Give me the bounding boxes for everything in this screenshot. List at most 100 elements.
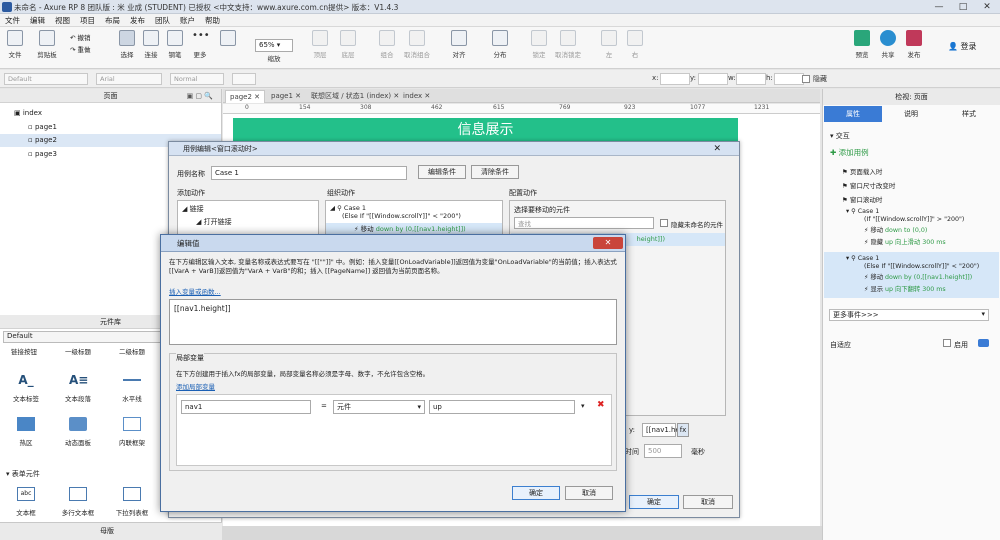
distribute-button[interactable]: 分布 [485,30,515,59]
unlock-button[interactable]: 取消锁定 [553,30,583,59]
lib-heading2[interactable]: 二级标题 [112,346,152,356]
menu-layout[interactable]: 布局 [100,14,125,27]
publish-button[interactable]: 发布 [899,30,929,59]
top-button[interactable]: 顶层 [305,30,335,59]
more-button[interactable]: ••• 更多 [185,30,215,59]
case-editor-ok-button[interactable]: 确定 [629,495,679,509]
local-var-target-select[interactable]: up [429,400,575,414]
interactions-header[interactable]: ▾ 交互 [830,131,850,141]
lib-droplist[interactable]: 下拉列表框 [112,487,152,517]
menu-account[interactable]: 账户 [175,14,200,27]
edit-value-cancel-button[interactable]: 取消 [565,486,613,500]
case-editor-cancel-button[interactable]: 取消 [683,495,733,509]
case-editor-close-icon[interactable]: ✕ [713,142,721,156]
lib-hotspot[interactable]: 热区 [6,417,46,447]
add-case-link[interactable]: ✚ 添加用例 [830,147,869,158]
delete-variable-icon[interactable]: ✖ [597,400,605,410]
group-button[interactable]: 组合 [372,30,402,59]
tab-index[interactable]: index ✕ [399,90,434,103]
tab-page2[interactable]: page2 ✕ [225,90,266,103]
lib-paragraph[interactable]: A≡ 文本段落 [58,373,98,403]
local-var-dropdown-icon[interactable]: ▾ [581,402,585,410]
menu-file[interactable]: 文件 [0,14,25,27]
align-button[interactable]: 对齐 [444,30,474,59]
local-var-type-select[interactable]: 元件 ▾ [333,400,425,414]
font-size-select[interactable] [232,73,256,85]
tab-dynamic-panel[interactable]: 联想区域 / 状态1 (index) ✕ [307,90,403,103]
zoom-select[interactable]: 65% ▾ [255,39,293,52]
action-open-link[interactable]: ◢ 打开链接 [196,217,232,227]
lib-textbox[interactable]: abc 文本框 [6,487,46,517]
y-value-input[interactable]: [[nav1.he [642,423,680,437]
canvas-scrollbar[interactable] [222,526,822,540]
event-window-scroll[interactable]: ⚑ 窗口滚动时 [842,194,882,204]
tab-style[interactable]: 样式 [940,106,998,122]
event-window-resize[interactable]: ⚑ 窗口尺寸改变时 [842,180,895,190]
lib-textarea[interactable]: 多行文本框 [58,487,98,517]
menu-publish[interactable]: 发布 [125,14,150,27]
element-search-input[interactable]: 查找 [514,217,654,229]
case-2-item[interactable]: ▾ ⚲ Case 1 (Else If "[[Window.scrollY]]"… [824,252,999,298]
weight-select[interactable]: Normal [170,73,224,85]
w-input[interactable] [736,73,766,85]
lib-hline[interactable]: 水平线 [112,373,152,403]
lib-label[interactable]: A_ 文本标签 [6,373,46,403]
local-var-name-input[interactable]: nav1 [181,400,311,414]
time-input[interactable]: 500 [644,444,682,458]
case-name-input[interactable]: Case 1 [211,166,407,180]
y-input[interactable] [698,73,728,85]
adaptive-settings-icon[interactable] [978,339,989,347]
hide-unnamed-checkbox[interactable] [660,219,668,227]
organize-case-item[interactable]: ◢ ⚲ Case 1 (Else If "[[Window.scrollY]]" … [330,204,461,220]
menu-edit[interactable]: 编辑 [25,14,50,27]
event-page-load[interactable]: ⚑ 页面载入时 [842,166,882,176]
x-input[interactable] [660,73,690,85]
right-button[interactable]: 右 [620,30,650,59]
redo-button[interactable]: ↷ 重做 [70,44,91,54]
undo-button[interactable]: ↶ 撤销 [70,32,91,42]
style-select[interactable]: Default [4,73,88,85]
lib-link-button[interactable]: 链接按钮 [4,346,44,356]
menu-team[interactable]: 团队 [150,14,175,27]
close-window-button[interactable]: ✕ [976,1,998,13]
h-input[interactable] [774,73,804,85]
add-local-variable-link[interactable]: 添加局部变量 [176,381,215,391]
clipboard-button[interactable]: 剪贴板 [32,30,62,59]
edit-condition-button[interactable]: 编辑条件 [418,165,466,179]
menu-project[interactable]: 项目 [75,14,100,27]
page-item-index[interactable]: ▣ index [14,107,42,120]
fx-button[interactable]: fx [677,423,689,437]
insert-variable-link[interactable]: 插入变量或函数... [169,286,221,296]
lib-inline-frame[interactable]: 内联框架 [112,417,152,447]
clear-condition-button[interactable]: 清除条件 [471,165,519,179]
lib-dynamic-panel[interactable]: 动态面板 [58,417,98,447]
edit-value-close-icon[interactable]: ✕ [593,237,623,249]
page-item-page1[interactable]: ▫ page1 [28,121,57,134]
lib-heading1[interactable]: 一级标题 [58,346,98,356]
menu-help[interactable]: 帮助 [200,14,225,27]
maximize-button[interactable]: □ [952,1,974,13]
page-tools-icon[interactable]: ▣ ▢ 🔍 [187,89,213,103]
hide-checkbox[interactable] [802,75,810,83]
page-item-page3[interactable]: ▫ page3 [28,148,57,161]
pen-tool-button[interactable] [213,30,243,49]
menu-view[interactable]: 视图 [50,14,75,27]
lock-button[interactable]: 锁定 [524,30,554,59]
minimize-button[interactable]: — [928,1,950,13]
action-group-link[interactable]: ◢ 链接 [182,204,204,214]
edit-value-ok-button[interactable]: 确定 [512,486,560,500]
login-button[interactable]: 👤 登录 [948,41,977,52]
font-select[interactable]: Arial [96,73,162,85]
bottom-button[interactable]: 底层 [333,30,363,59]
adaptive-checkbox[interactable] [943,339,951,347]
value-textarea[interactable]: [[nav1.height]] [169,299,617,345]
more-events-select[interactable]: 更多事件>>> ▾ [829,309,989,321]
tab-properties[interactable]: 属性 [824,106,882,122]
case-1-item[interactable]: ▾ ⚲ Case 1 (If "[[Window.scrollY]]" > "2… [846,208,964,247]
form-section-header[interactable]: ▾ 表单元件 [6,469,40,479]
ungroup-button[interactable]: 取消组合 [402,30,432,59]
tab-notes[interactable]: 说明 [882,106,940,122]
tab-page1[interactable]: page1 ✕ [267,90,305,103]
file-button[interactable]: 文件 [0,30,30,59]
canvas-banner[interactable]: 信息展示 [233,118,738,142]
